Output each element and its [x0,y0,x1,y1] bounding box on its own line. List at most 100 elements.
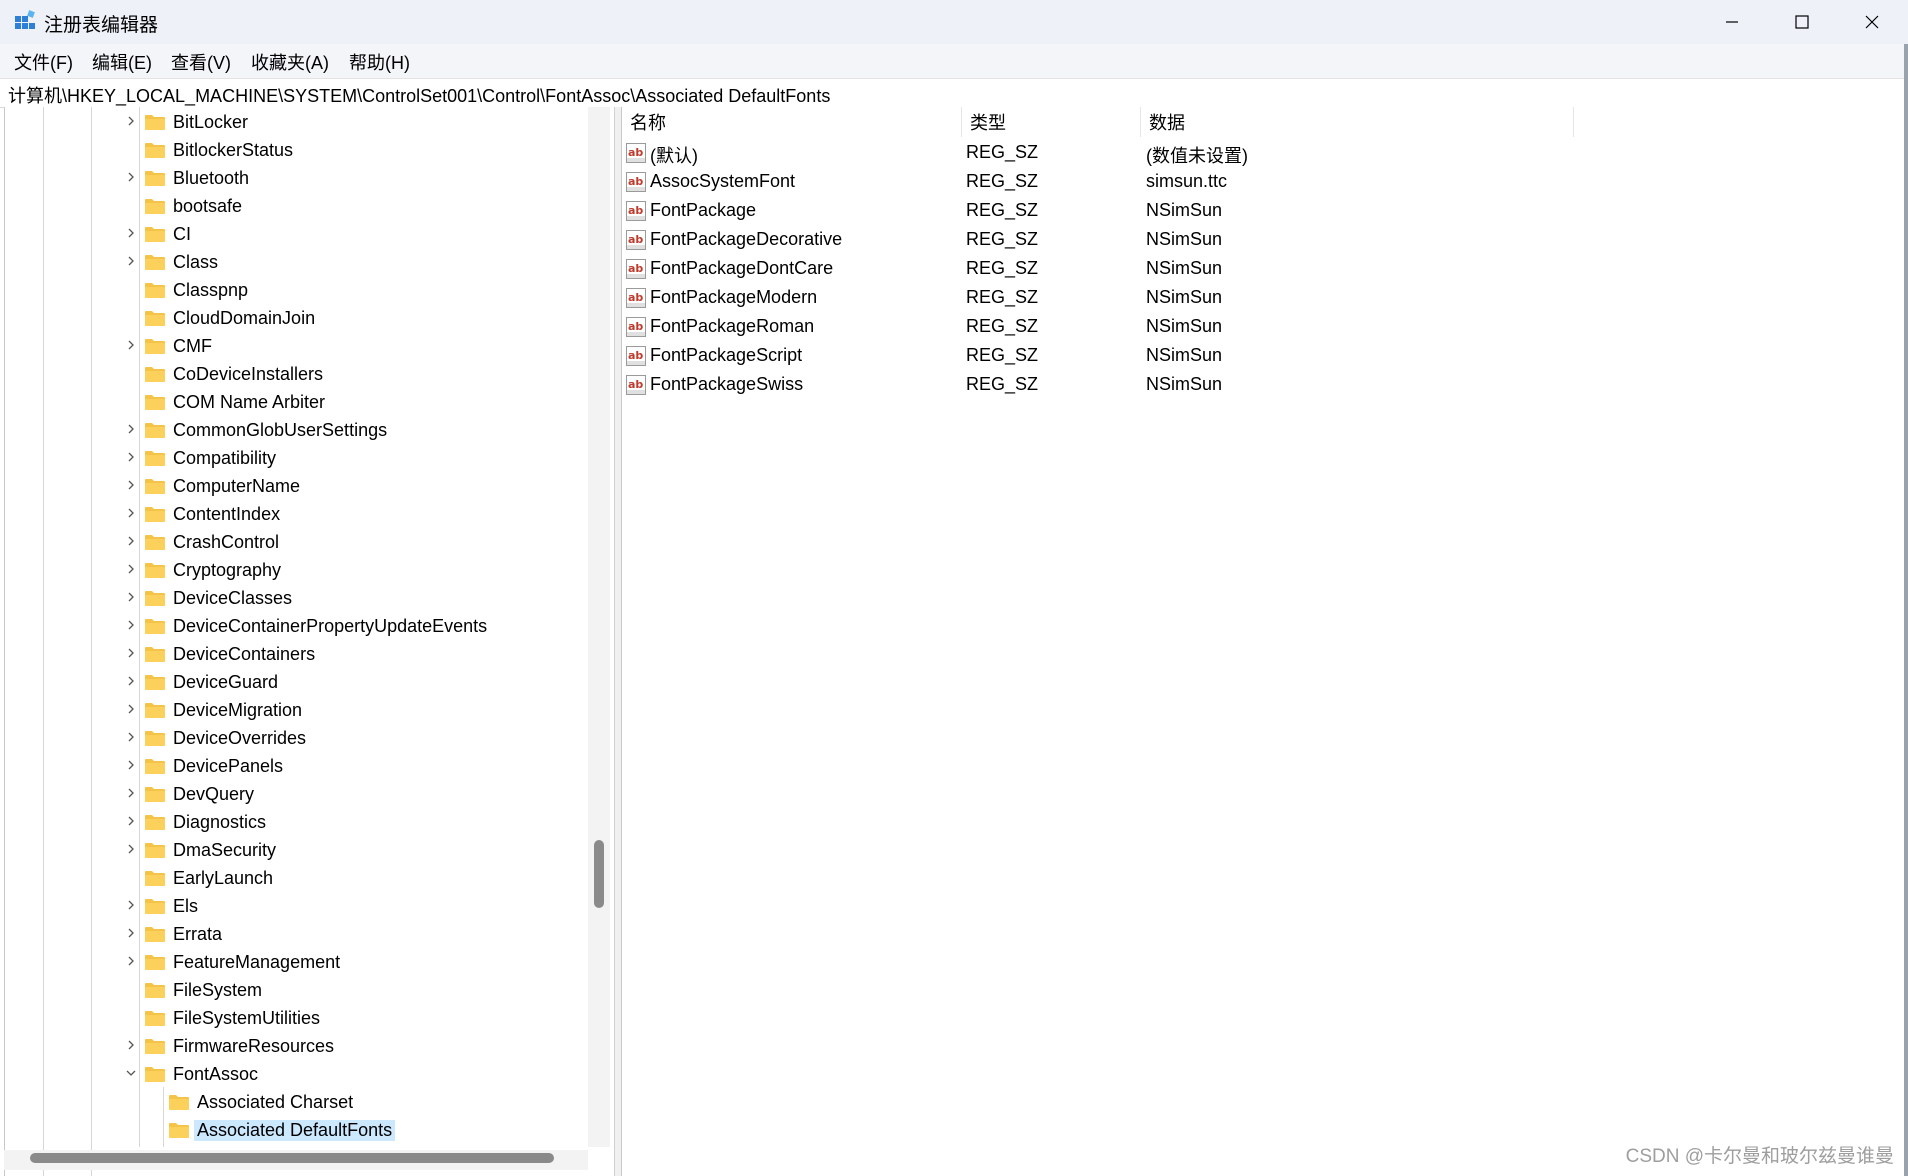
tree-item[interactable]: FontAssoc [121,1061,581,1089]
chevron-right-icon[interactable] [125,479,137,494]
pane-splitter[interactable] [614,107,621,1176]
chevron-right-icon[interactable] [125,451,137,466]
folder-icon [145,534,165,550]
menu-help[interactable]: 帮助(H) [349,49,410,75]
chevron-right-icon[interactable] [125,787,137,802]
tree-item[interactable]: DeviceContainerPropertyUpdateEvents [121,613,581,641]
tree-item[interactable]: DeviceMigration [121,697,581,725]
tree-item[interactable]: DmaSecurity [121,837,581,865]
tree-item[interactable]: FileSystemUtilities [121,1005,581,1033]
maximize-button[interactable] [1767,0,1837,44]
chevron-right-icon[interactable] [125,115,137,130]
tree-item[interactable]: FeatureManagement [121,949,581,977]
tree-item[interactable]: Errata [121,921,581,949]
folder-icon [145,114,165,130]
tree-vertical-scroll-thumb[interactable] [594,840,604,908]
tree-item[interactable]: Associated Charset [145,1089,605,1117]
chevron-right-icon[interactable] [125,675,137,690]
tree-item[interactable]: Diagnostics [121,809,581,837]
column-header-type[interactable]: 类型 [962,107,1141,137]
tree-item[interactable]: DevQuery [121,781,581,809]
value-data: NSimSun [1146,374,1223,394]
chevron-right-icon[interactable] [125,1039,137,1054]
menu-bar: 文件(F) 编辑(E) 查看(V) 收藏夹(A) 帮助(H) [0,44,1908,78]
chevron-right-icon[interactable] [125,703,137,718]
chevron-right-icon[interactable] [125,619,137,634]
chevron-right-icon[interactable] [125,899,137,914]
value-row[interactable]: ab FontPackageDecorative REG_SZ NSimSun [624,226,1904,255]
tree-vertical-scrollbar[interactable] [588,107,610,1147]
tree-item[interactable]: DevicePanels [121,753,581,781]
key-tree-pane[interactable]: BitLocker BitlockerStatus Bluetooth bootsaf… [4,107,615,1176]
chevron-right-icon[interactable] [125,647,137,662]
tree-item[interactable]: ContentIndex [121,501,581,529]
value-row[interactable]: ab (默认) REG_SZ (数值未设置) [624,139,1904,168]
tree-item[interactable]: COM Name Arbiter [121,389,581,417]
chevron-right-icon[interactable] [125,591,137,606]
tree-item[interactable]: CloudDomainJoin [121,305,581,333]
value-row[interactable]: ab FontPackageRoman REG_SZ NSimSun [624,313,1904,342]
tree-item[interactable]: Compatibility [121,445,581,473]
address-path[interactable]: 计算机\HKEY_LOCAL_MACHINE\SYSTEM\ControlSet… [8,82,830,108]
tree-item-label: ComputerName [173,476,301,496]
value-row[interactable]: ab FontPackageScript REG_SZ NSimSun [624,342,1904,371]
tree-item[interactable]: FirmwareResources [121,1033,581,1061]
tree-item[interactable]: Class [121,249,581,277]
chevron-right-icon[interactable] [125,955,137,970]
menu-file[interactable]: 文件(F) [14,49,73,75]
tree-item[interactable]: BitlockerStatus [121,137,581,165]
chevron-right-icon[interactable] [125,731,137,746]
tree-item[interactable]: CMF [121,333,581,361]
tree-item[interactable]: Classpnp [121,277,581,305]
tree-item[interactable]: CI [121,221,581,249]
chevron-right-icon[interactable] [125,927,137,942]
tree-item[interactable]: CoDeviceInstallers [121,361,581,389]
column-header-data[interactable]: 数据 [1141,107,1574,137]
close-button[interactable] [1837,0,1907,44]
column-header-name[interactable]: 名称 [622,107,962,137]
tree-item[interactable]: ComputerName [121,473,581,501]
value-row[interactable]: ab FontPackageDontCare REG_SZ NSimSun [624,255,1904,284]
folder-icon [145,450,165,466]
tree-item[interactable]: DeviceGuard [121,669,581,697]
chevron-right-icon[interactable] [125,255,137,270]
value-row[interactable]: ab AssocSystemFont REG_SZ simsun.ttc [624,168,1904,197]
menu-favorites[interactable]: 收藏夹(A) [251,49,329,75]
value-row[interactable]: ab FontPackage REG_SZ NSimSun [624,197,1904,226]
chevron-right-icon[interactable] [125,339,137,354]
tree-item[interactable]: Cryptography [121,557,581,585]
chevron-right-icon[interactable] [125,563,137,578]
chevron-right-icon[interactable] [125,843,137,858]
address-bar[interactable]: 计算机\HKEY_LOCAL_MACHINE\SYSTEM\ControlSet… [0,78,1908,108]
folder-icon [145,898,165,914]
tree-horizontal-scroll-thumb[interactable] [30,1153,554,1163]
chevron-right-icon[interactable] [125,423,137,438]
tree-item[interactable]: bootsafe [121,193,581,221]
tree-item[interactable]: CrashControl [121,529,581,557]
tree-item[interactable]: CommonGlobUserSettings [121,417,581,445]
value-data: NSimSun [1146,200,1223,220]
chevron-right-icon[interactable] [125,227,137,242]
tree-item[interactable]: DeviceOverrides [121,725,581,753]
chevron-right-icon[interactable] [125,507,137,522]
tree-item[interactable]: FileSystem [121,977,581,1005]
folder-icon [145,198,165,214]
menu-view[interactable]: 查看(V) [171,49,231,75]
minimize-button[interactable] [1697,0,1767,44]
tree-item[interactable]: EarlyLaunch [121,865,581,893]
tree-item[interactable]: DeviceContainers [121,641,581,669]
folder-icon [145,926,165,942]
value-row[interactable]: ab FontPackageSwiss REG_SZ NSimSun [624,371,1904,400]
tree-item[interactable]: BitLocker [121,109,581,137]
chevron-right-icon[interactable] [125,759,137,774]
chevron-right-icon[interactable] [125,535,137,550]
value-row[interactable]: ab FontPackageModern REG_SZ NSimSun [624,284,1904,313]
tree-item[interactable]: Bluetooth [121,165,581,193]
chevron-right-icon[interactable] [125,815,137,830]
chevron-down-icon[interactable] [125,1067,137,1082]
menu-edit[interactable]: 编辑(E) [92,49,152,75]
chevron-right-icon[interactable] [125,171,137,186]
tree-item[interactable]: Els [121,893,581,921]
tree-item[interactable]: DeviceClasses [121,585,581,613]
tree-item[interactable]: Associated DefaultFonts [145,1117,605,1145]
